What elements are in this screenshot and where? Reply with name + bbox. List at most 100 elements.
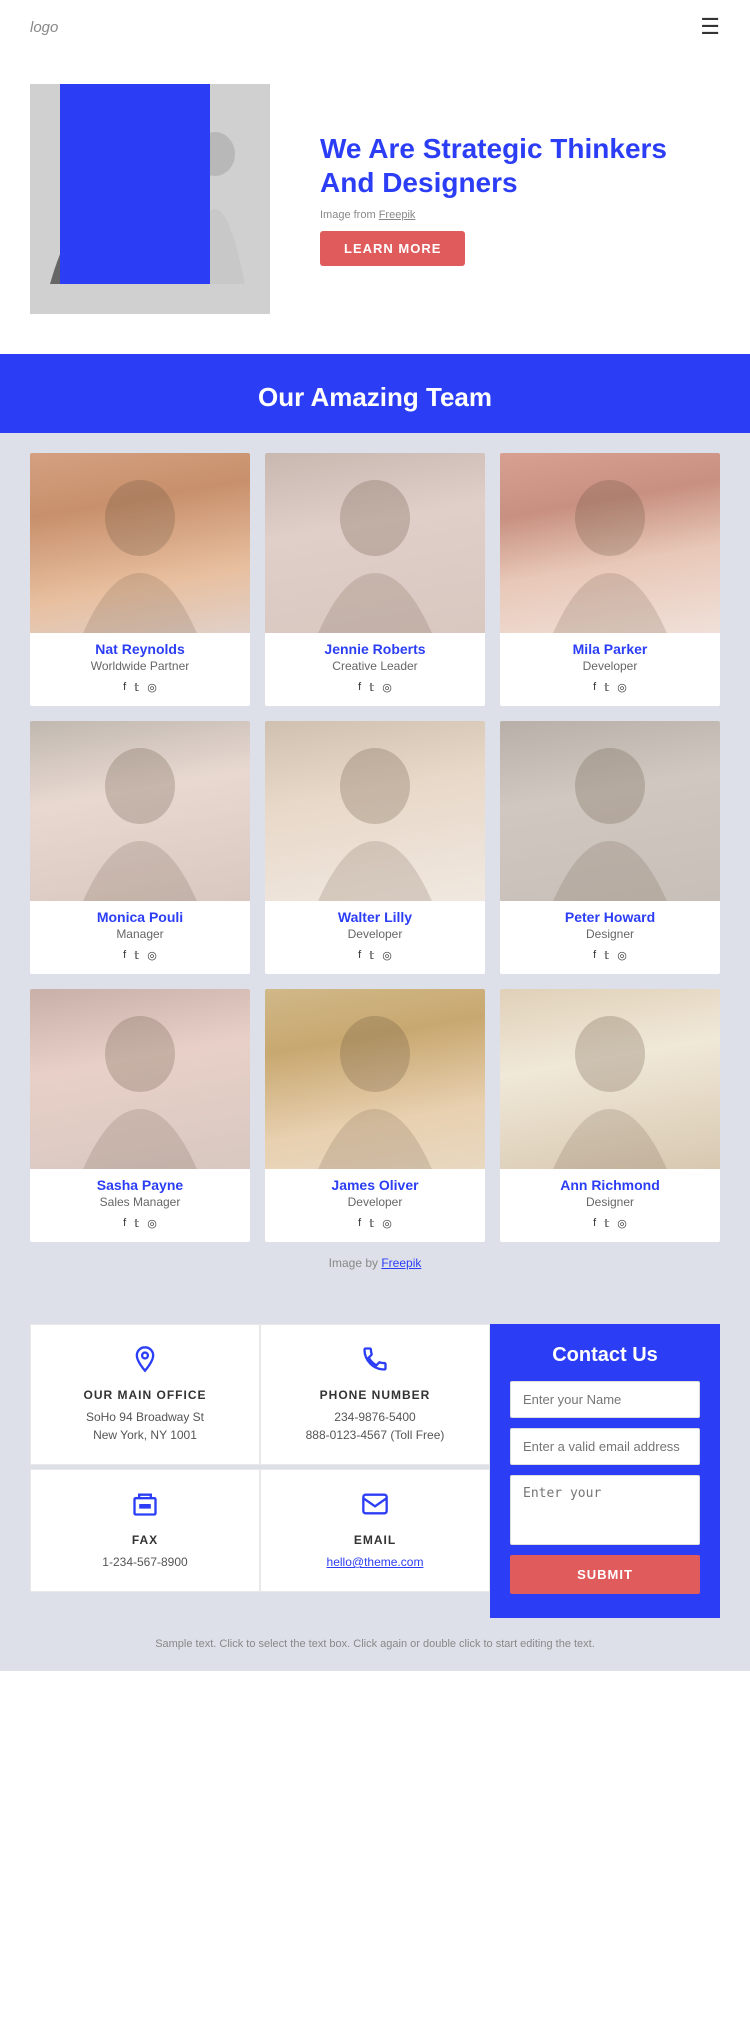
team-photo-7 <box>265 989 485 1169</box>
team-member-name-3: Monica Pouli <box>30 909 250 925</box>
team-member-role-0: Worldwide Partner <box>30 659 250 673</box>
team-member-role-7: Developer <box>265 1195 485 1209</box>
instagram-icon-7[interactable]: ◎ <box>382 1217 392 1230</box>
instagram-icon-2[interactable]: ◎ <box>617 681 627 694</box>
twitter-icon-1[interactable]: 𝕥 <box>369 681 374 694</box>
fax-box: FAX 1-234-567-8900 <box>30 1469 260 1592</box>
freepik-note: Image by Freepik <box>30 1242 720 1284</box>
footer-note: Sample text. Click to select the text bo… <box>155 1638 595 1650</box>
instagram-icon-5[interactable]: ◎ <box>617 949 627 962</box>
social-icons-0: f 𝕥 ◎ <box>30 681 250 694</box>
name-input[interactable] <box>510 1381 700 1418</box>
hero-section: We Are Strategic Thinkers And Designers … <box>0 54 750 354</box>
facebook-icon-2[interactable]: f <box>593 681 596 694</box>
team-card: James Oliver Developer f 𝕥 ◎ <box>265 989 485 1242</box>
facebook-icon-8[interactable]: f <box>593 1217 596 1230</box>
phone-icon <box>277 1345 473 1380</box>
social-icons-1: f 𝕥 ◎ <box>265 681 485 694</box>
learn-more-button[interactable]: LEARN MORE <box>320 231 465 266</box>
team-member-role-2: Developer <box>500 659 720 673</box>
instagram-icon-1[interactable]: ◎ <box>382 681 392 694</box>
facebook-icon-1[interactable]: f <box>358 681 361 694</box>
team-member-name-6: Sasha Payne <box>30 1177 250 1193</box>
team-member-role-3: Manager <box>30 927 250 941</box>
facebook-icon-0[interactable]: f <box>123 681 126 694</box>
twitter-icon-0[interactable]: 𝕥 <box>134 681 139 694</box>
instagram-icon-8[interactable]: ◎ <box>617 1217 627 1230</box>
freepik-team-link[interactable]: Freepik <box>381 1256 421 1270</box>
freepik-link[interactable]: Freepik <box>379 209 416 221</box>
email-box: EMAIL hello@theme.com <box>260 1469 490 1592</box>
team-member-role-8: Designer <box>500 1195 720 1209</box>
contact-info-col1: OUR MAIN OFFICE SoHo 94 Broadway StNew Y… <box>30 1324 260 1618</box>
facebook-icon-7[interactable]: f <box>358 1217 361 1230</box>
team-photo-5 <box>500 721 720 901</box>
contact-form-col: Contact Us SUBMIT <box>490 1324 720 1618</box>
office-box: OUR MAIN OFFICE SoHo 94 Broadway StNew Y… <box>30 1324 260 1465</box>
team-photo-0 <box>30 453 250 633</box>
facebook-icon-5[interactable]: f <box>593 949 596 962</box>
team-photo-4 <box>265 721 485 901</box>
social-icons-3: f 𝕥 ◎ <box>30 949 250 962</box>
twitter-icon-2[interactable]: 𝕥 <box>604 681 609 694</box>
team-member-role-1: Creative Leader <box>265 659 485 673</box>
team-photo-3 <box>30 721 250 901</box>
email-icon <box>277 1490 473 1525</box>
twitter-icon-4[interactable]: 𝕥 <box>369 949 374 962</box>
twitter-icon-3[interactable]: 𝕥 <box>134 949 139 962</box>
header: logo ☰ <box>0 0 750 54</box>
contact-section: OUR MAIN OFFICE SoHo 94 Broadway StNew Y… <box>0 1304 750 1618</box>
team-card: Walter Lilly Developer f 𝕥 ◎ <box>265 721 485 974</box>
team-card: Peter Howard Designer f 𝕥 ◎ <box>500 721 720 974</box>
submit-button[interactable]: SUBMIT <box>510 1555 700 1594</box>
instagram-icon-0[interactable]: ◎ <box>147 681 157 694</box>
contact-layout: OUR MAIN OFFICE SoHo 94 Broadway StNew Y… <box>30 1324 720 1618</box>
facebook-icon-4[interactable]: f <box>358 949 361 962</box>
team-member-role-4: Developer <box>265 927 485 941</box>
facebook-icon-3[interactable]: f <box>123 949 126 962</box>
message-textarea[interactable] <box>510 1475 700 1545</box>
facebook-icon-6[interactable]: f <box>123 1217 126 1230</box>
social-icons-4: f 𝕥 ◎ <box>265 949 485 962</box>
hamburger-menu[interactable]: ☰ <box>700 14 720 40</box>
phone-numbers: 234-9876-5400888-0123-4567 (Toll Free) <box>277 1408 473 1444</box>
twitter-icon-5[interactable]: 𝕥 <box>604 949 609 962</box>
twitter-icon-6[interactable]: 𝕥 <box>134 1217 139 1230</box>
team-member-name-1: Jennie Roberts <box>265 641 485 657</box>
twitter-icon-7[interactable]: 𝕥 <box>369 1217 374 1230</box>
team-member-name-8: Ann Richmond <box>500 1177 720 1193</box>
instagram-icon-4[interactable]: ◎ <box>382 949 392 962</box>
team-member-name-5: Peter Howard <box>500 909 720 925</box>
team-grid: Nat Reynolds Worldwide Partner f 𝕥 ◎ Jen… <box>30 453 720 1242</box>
team-section: Our Amazing Team Nat Reynolds Worldwide … <box>0 354 750 1304</box>
footer: Sample text. Click to select the text bo… <box>0 1618 750 1671</box>
office-address: SoHo 94 Broadway StNew York, NY 1001 <box>47 1408 243 1444</box>
hero-text: We Are Strategic Thinkers And Designers … <box>290 132 710 266</box>
team-member-name-4: Walter Lilly <box>265 909 485 925</box>
instagram-icon-6[interactable]: ◎ <box>147 1217 157 1230</box>
twitter-icon-8[interactable]: 𝕥 <box>604 1217 609 1230</box>
email-input[interactable] <box>510 1428 700 1465</box>
email-address: hello@theme.com <box>277 1553 473 1571</box>
social-icons-2: f 𝕥 ◎ <box>500 681 720 694</box>
team-photo-8 <box>500 989 720 1169</box>
phone-title: PHONE NUMBER <box>277 1388 473 1402</box>
hero-source: Image from Freepik <box>320 209 710 221</box>
email-link[interactable]: hello@theme.com <box>327 1555 424 1569</box>
social-icons-8: f 𝕥 ◎ <box>500 1217 720 1230</box>
team-photo-1 <box>265 453 485 633</box>
contact-info-col2: PHONE NUMBER 234-9876-5400888-0123-4567 … <box>260 1324 490 1618</box>
logo: logo <box>30 19 58 36</box>
phone-box: PHONE NUMBER 234-9876-5400888-0123-4567 … <box>260 1324 490 1465</box>
hero-image-block <box>30 84 290 314</box>
team-photo-6 <box>30 989 250 1169</box>
instagram-icon-3[interactable]: ◎ <box>147 949 157 962</box>
hero-title: We Are Strategic Thinkers And Designers <box>320 132 710 199</box>
team-card: Monica Pouli Manager f 𝕥 ◎ <box>30 721 250 974</box>
office-title: OUR MAIN OFFICE <box>47 1388 243 1402</box>
team-member-name-7: James Oliver <box>265 1177 485 1193</box>
location-icon <box>47 1345 243 1380</box>
social-icons-6: f 𝕥 ◎ <box>30 1217 250 1230</box>
team-member-role-5: Designer <box>500 927 720 941</box>
fax-title: FAX <box>47 1533 243 1547</box>
